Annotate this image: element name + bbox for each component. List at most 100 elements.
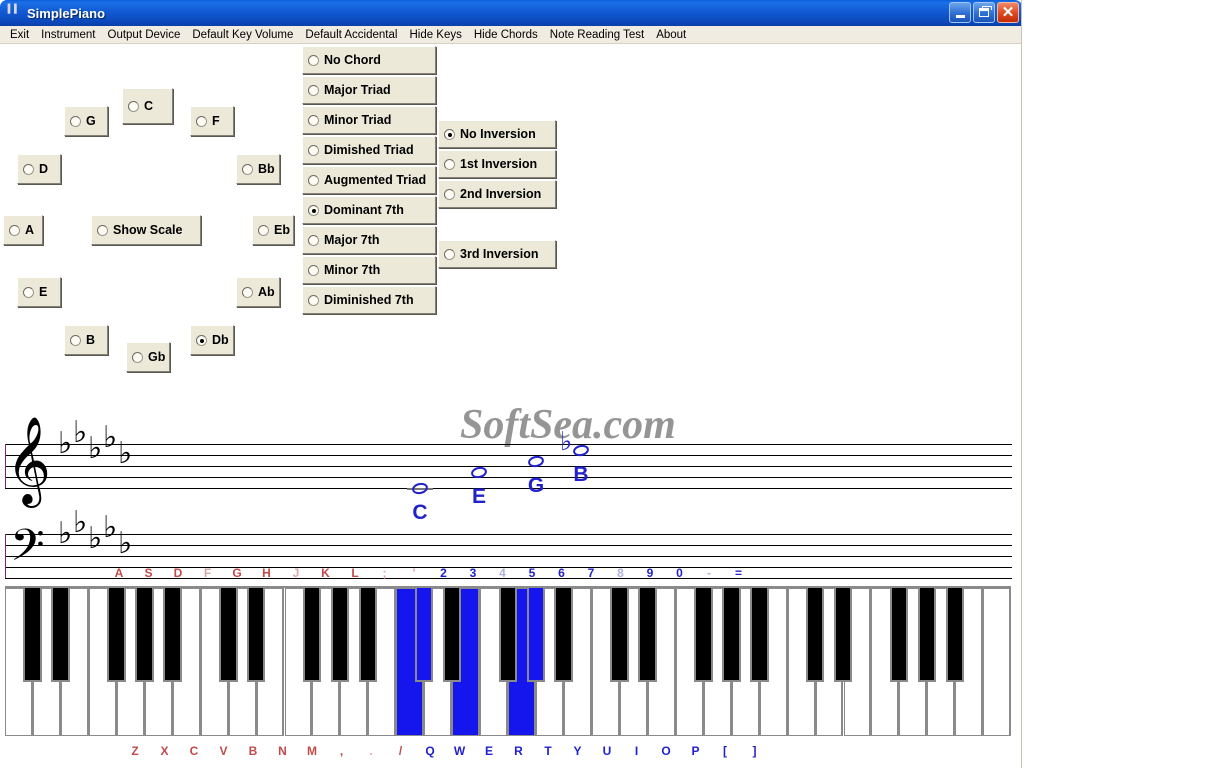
keyboard-top-label: H — [262, 566, 271, 580]
treble-staff-line — [5, 488, 1012, 489]
chord-radio-augmented-triad[interactable]: Augmented Triad — [302, 166, 436, 194]
radio-dot-icon — [308, 204, 319, 216]
inversion-radio-2nd-inversion[interactable]: 2nd Inversion — [438, 180, 556, 208]
black-key[interactable] — [330, 588, 350, 682]
inversion-radio-1st-inversion[interactable]: 1st Inversion — [438, 150, 556, 178]
keyboard-bottom-label: Q — [425, 744, 435, 758]
keyboard-bottom-label: B — [248, 744, 258, 758]
key-radio-e[interactable]: E — [17, 277, 61, 307]
key-radio-show-scale[interactable]: Show Scale — [91, 215, 201, 245]
key-radio-gb[interactable]: Gb — [126, 342, 170, 372]
black-key[interactable] — [414, 588, 434, 682]
keyboard-bottom-label: R — [514, 744, 523, 758]
black-key[interactable] — [23, 588, 42, 682]
radio-dot-icon — [97, 224, 108, 236]
menu-item-note-reading-test[interactable]: Note Reading Test — [544, 28, 650, 42]
chord-radio-major-7th[interactable]: Major 7th — [302, 226, 436, 254]
radio-label: No Inversion — [460, 127, 536, 141]
key-radio-eb[interactable]: Eb — [252, 215, 294, 245]
menu-bar: Exit Instrument Output Device Default Ke… — [0, 26, 1022, 44]
menu-item-output-device[interactable]: Output Device — [102, 28, 187, 42]
black-key[interactable] — [889, 588, 909, 682]
black-key[interactable] — [358, 588, 378, 682]
black-key[interactable] — [833, 588, 853, 682]
keyboard-top-label: 9 — [646, 566, 654, 580]
black-key[interactable] — [498, 588, 518, 682]
radio-label: Dimished Triad — [324, 143, 414, 157]
bass-keysig-flat-icon: ♭ — [103, 510, 118, 545]
black-key[interactable] — [945, 588, 965, 682]
radio-dot-icon — [444, 188, 455, 200]
keyboard-bottom-label: , — [339, 744, 344, 758]
menu-item-default-accidental[interactable]: Default Accidental — [299, 28, 403, 42]
treble-staff-line — [5, 455, 1012, 456]
key-radio-b[interactable]: B — [64, 325, 108, 355]
black-key[interactable] — [51, 588, 70, 682]
keyboard-top-label: 8 — [617, 566, 624, 580]
menu-item-hide-keys[interactable]: Hide Keys — [403, 28, 467, 42]
chord-radio-dominant-7th[interactable]: Dominant 7th — [302, 196, 436, 224]
black-key[interactable] — [442, 588, 462, 682]
radio-label: No Chord — [324, 53, 381, 67]
black-key[interactable] — [610, 588, 629, 682]
key-radio-d[interactable]: D — [17, 154, 61, 184]
black-key[interactable] — [219, 588, 238, 682]
radio-label: Show Scale — [113, 223, 183, 237]
black-key[interactable] — [247, 588, 266, 682]
black-key[interactable] — [526, 588, 545, 682]
keyboard-bottom-label: W — [453, 744, 466, 758]
main-surface: C G F D Bb A Show Scale Eb E Ab B Db Gb No Chord Majo… — [0, 44, 1022, 768]
keyboard-bottom-label: P — [691, 744, 700, 758]
menu-item-hide-chords[interactable]: Hide Chords — [468, 28, 544, 42]
keyboard-bottom-label: X — [160, 744, 169, 758]
keyboard-bottom-label: ] — [752, 744, 757, 758]
menu-item-about[interactable]: About — [650, 28, 692, 42]
menu-item-instrument[interactable]: Instrument — [35, 28, 101, 42]
key-radio-f[interactable]: F — [190, 106, 234, 136]
close-button[interactable]: ✕ — [997, 2, 1019, 23]
key-radio-bb[interactable]: Bb — [236, 154, 280, 184]
black-key[interactable] — [554, 588, 573, 682]
black-key[interactable] — [917, 588, 937, 682]
key-radio-c[interactable]: C — [122, 88, 173, 124]
keyboard-bottom-label: / — [398, 744, 403, 758]
key-radio-db[interactable]: Db — [190, 325, 234, 355]
black-key[interactable] — [163, 588, 182, 682]
key-radio-ab[interactable]: Ab — [236, 277, 280, 307]
bass-keysig-flat-icon: ♭ — [73, 505, 88, 540]
radio-label: Diminished 7th — [324, 293, 414, 307]
black-key[interactable] — [722, 588, 741, 682]
black-key[interactable] — [750, 588, 769, 682]
black-key[interactable] — [302, 588, 322, 682]
white-key[interactable] — [983, 588, 1012, 736]
keyboard-top-label: 2 — [440, 566, 447, 580]
note-head — [411, 481, 429, 496]
black-key[interactable] — [638, 588, 657, 682]
keyboard-top-label: K — [321, 566, 330, 580]
inversion-radio-3rd-inversion[interactable]: 3rd Inversion — [438, 240, 556, 268]
menu-item-default-key-volume[interactable]: Default Key Volume — [186, 28, 299, 42]
radio-dot-icon — [9, 224, 20, 236]
minimize-button[interactable] — [949, 2, 971, 23]
radio-label: Eb — [274, 223, 290, 237]
key-radio-a[interactable]: A — [3, 215, 43, 245]
black-key[interactable] — [694, 588, 713, 682]
chord-radio-diminished-7th[interactable]: Diminished 7th — [302, 286, 436, 314]
black-key[interactable] — [107, 588, 126, 682]
key-radio-g[interactable]: G — [64, 106, 108, 136]
radio-label: Augmented Triad — [324, 173, 427, 187]
chord-radio-no-chord[interactable]: No Chord — [302, 46, 436, 74]
keyboard-bottom-label: Z — [131, 744, 139, 758]
maximize-button[interactable] — [973, 2, 995, 23]
black-key[interactable] — [135, 588, 154, 682]
simplepiano-window: ▌▌ SimplePiano ✕ Exit Instrument Output … — [0, 0, 1212, 768]
menu-item-exit[interactable]: Exit — [4, 28, 35, 42]
chord-radio-major-triad[interactable]: Major Triad — [302, 76, 436, 104]
keyboard-top-label: ' — [412, 566, 416, 580]
radio-dot-icon — [132, 351, 143, 363]
black-key[interactable] — [806, 588, 825, 682]
chord-radio-minor-triad[interactable]: Minor Triad — [302, 106, 436, 134]
inversion-radio-no-inversion[interactable]: No Inversion — [438, 120, 556, 148]
chord-radio-minor-7th[interactable]: Minor 7th — [302, 256, 436, 284]
chord-radio-dimished-triad[interactable]: Dimished Triad — [302, 136, 436, 164]
